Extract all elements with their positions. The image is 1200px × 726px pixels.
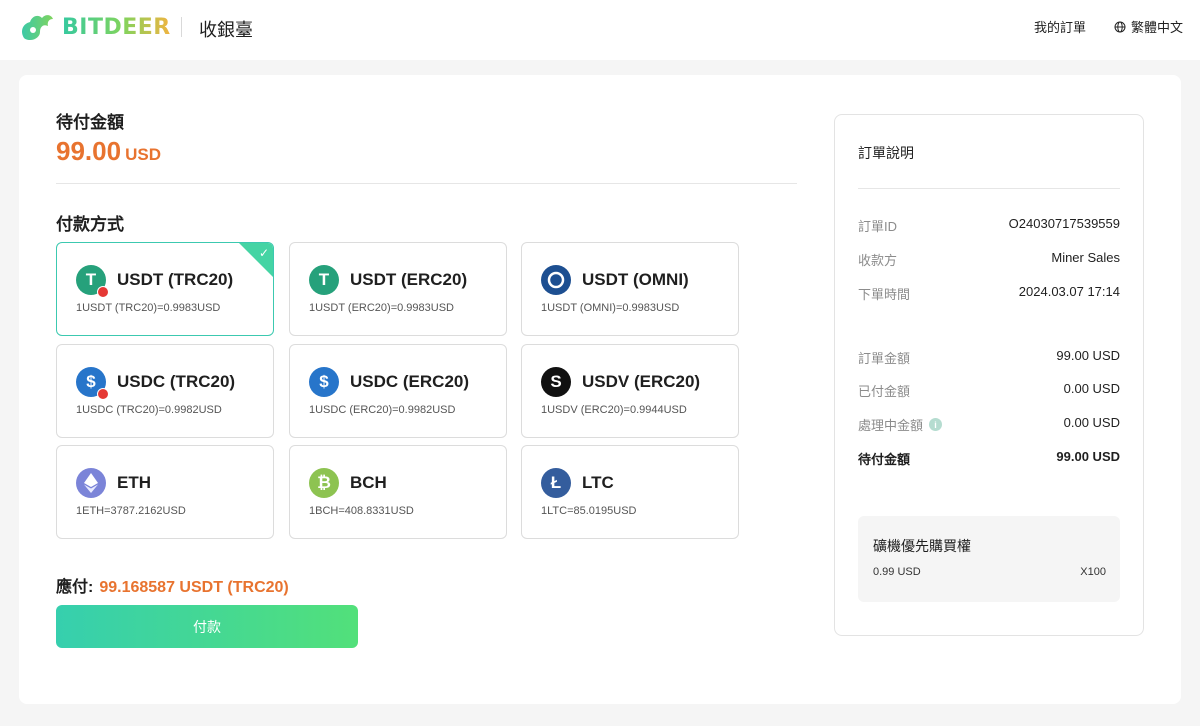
payment-option-rate: 1USDC (TRC20)=0.9982USD <box>76 404 222 416</box>
order-amount-row: 訂單金額 99.00 USD <box>858 348 1120 367</box>
processing-amount-label-wrap: 處理中金額 i <box>858 415 943 434</box>
payment-option-rate: 1USDC (ERC20)=0.9982USD <box>309 404 456 416</box>
bitcoin-cash-icon: ₿ <box>309 468 339 498</box>
language-switcher[interactable]: 繁體中文 <box>1114 17 1183 36</box>
payment-option-usdc-erc20[interactable]: $ USDC (ERC20) 1USDC (ERC20)=0.9982USD <box>289 344 507 438</box>
payee-value: Miner Sales <box>1051 250 1120 265</box>
top-header: BITDEER 收銀臺 我的訂單 繁體中文 <box>0 0 1200 60</box>
payment-option-rate: 1USDV (ERC20)=0.9944USD <box>541 404 687 416</box>
order-time-label: 下單時間 <box>858 287 911 302</box>
amount-due-label: 待付金額 <box>56 113 124 132</box>
usdv-icon: S <box>541 367 571 397</box>
payable-value: 99.168587 USDT (TRC20) <box>99 579 289 596</box>
amount-due-currency: USD <box>125 145 161 164</box>
tether-icon: T <box>309 265 339 295</box>
paid-amount-value: 0.00 USD <box>1063 381 1120 396</box>
payment-option-name: USDT (OMNI) <box>582 270 689 289</box>
payment-option-rate: 1ETH=3787.2162USD <box>76 505 186 517</box>
order-amount-label: 訂單金額 <box>858 351 911 366</box>
order-id-row: 訂單ID O24030717539559 <box>858 216 1120 235</box>
payment-option-rate: 1USDT (ERC20)=0.9983USD <box>309 302 454 314</box>
page-title: 收銀臺 <box>199 20 253 40</box>
pending-amount-row: 待付金額 99.00 USD <box>858 449 1120 468</box>
ethereum-icon <box>76 468 106 498</box>
pay-button[interactable]: 付款 <box>56 605 358 648</box>
tether-trc20-icon: T <box>76 265 109 298</box>
order-details-panel: 訂單說明 訂單ID O24030717539559 收款方 Miner Sale… <box>834 114 1144 636</box>
payment-option-rate: 1LTC=85.0195USD <box>541 505 637 517</box>
pending-amount-value: 99.00 USD <box>1056 449 1120 464</box>
payee-label: 收款方 <box>858 253 898 268</box>
priority-purchase-box: 礦機優先購買權 0.99 USD X100 <box>858 516 1120 602</box>
payment-option-name: LTC <box>582 473 614 492</box>
order-id-label: 訂單ID <box>858 219 898 234</box>
paid-amount-label: 已付金額 <box>858 384 911 399</box>
order-time-value: 2024.03.07 17:14 <box>1018 284 1120 299</box>
payment-option-name: USDC (TRC20) <box>117 372 236 391</box>
payment-option-usdv-erc20[interactable]: S USDV (ERC20) 1USDV (ERC20)=0.9944USD <box>521 344 739 438</box>
payment-option-name: ETH <box>117 473 151 492</box>
tron-badge-icon <box>97 286 109 298</box>
amount-due-value: 99.00 <box>56 136 122 166</box>
payment-option-name: USDT (TRC20) <box>117 270 234 289</box>
priority-purchase-title: 礦機優先購買權 <box>873 538 971 554</box>
my-orders-link[interactable]: 我的訂單 <box>1034 17 1086 36</box>
order-details-title: 訂單說明 <box>858 145 914 161</box>
payment-option-name: USDV (ERC20) <box>582 372 701 391</box>
payment-option-rate: 1USDT (TRC20)=0.9983USD <box>76 302 221 314</box>
payment-option-usdt-omni[interactable]: USDT (OMNI) 1USDT (OMNI)=0.9983USD <box>521 242 739 336</box>
info-icon[interactable]: i <box>929 418 943 431</box>
payment-option-ltc[interactable]: Ł LTC 1LTC=85.0195USD <box>521 445 739 539</box>
payable-amount: 應付: 99.168587 USDT (TRC20) <box>56 573 289 597</box>
brand-name: BITDEER <box>62 14 171 40</box>
panel-divider <box>858 188 1120 189</box>
usdc-trc20-icon: $ <box>76 367 109 400</box>
priority-purchase-price: 0.99 USD <box>873 566 921 578</box>
litecoin-icon: Ł <box>541 468 571 498</box>
payee-row: 收款方 Miner Sales <box>858 250 1120 269</box>
paid-amount-row: 已付金額 0.00 USD <box>858 381 1120 400</box>
payment-option-rate: 1BCH=408.8331USD <box>309 505 414 517</box>
order-id-value: O24030717539559 <box>1008 216 1120 231</box>
payment-option-name: USDT (ERC20) <box>350 270 468 289</box>
bitdeer-logo[interactable]: BITDEER <box>18 12 171 42</box>
omni-icon <box>541 265 571 295</box>
payment-option-usdc-trc20[interactable]: $ USDC (TRC20) 1USDC (TRC20)=0.9982USD <box>56 344 274 438</box>
divider <box>56 183 797 184</box>
globe-icon <box>1114 21 1126 32</box>
processing-amount-label: 處理中金額 <box>858 418 924 433</box>
order-time-row: 下單時間 2024.03.07 17:14 <box>858 284 1120 303</box>
deer-logo-icon <box>22 15 53 40</box>
usdc-icon: $ <box>309 367 339 397</box>
pending-amount-label: 待付金額 <box>858 452 911 467</box>
payment-method-label: 付款方式 <box>56 215 124 234</box>
order-amount-value: 99.00 USD <box>1056 348 1120 363</box>
payment-option-name: USDC (ERC20) <box>350 372 470 391</box>
payment-option-eth[interactable]: ETH 1ETH=3787.2162USD <box>56 445 274 539</box>
omni-ring-icon <box>547 271 565 289</box>
processing-amount-value: 0.00 USD <box>1063 415 1120 430</box>
amount-due: 99.00 USD <box>56 136 161 167</box>
payable-label: 應付: <box>56 579 94 596</box>
payment-option-usdt-erc20[interactable]: T USDT (ERC20) 1USDT (ERC20)=0.9983USD <box>289 242 507 336</box>
payment-option-usdt-trc20[interactable]: ✓ T USDT (TRC20) 1USDT (TRC20)=0.9983USD <box>56 242 274 336</box>
check-icon: ✓ <box>258 246 269 260</box>
ethereum-diamond-icon <box>84 473 98 493</box>
language-label: 繁體中文 <box>1131 20 1184 35</box>
payment-option-bch[interactable]: ₿ BCH 1BCH=408.8331USD <box>289 445 507 539</box>
header-separator <box>181 17 182 37</box>
priority-purchase-quantity: X100 <box>1080 566 1106 578</box>
payment-option-name: BCH <box>350 473 387 492</box>
checkout-card: 待付金額 99.00 USD 付款方式 ✓ T USDT (TRC20) 1USD… <box>19 75 1181 704</box>
payment-option-rate: 1USDT (OMNI)=0.9983USD <box>541 302 680 314</box>
tron-badge-icon <box>97 388 109 400</box>
processing-amount-row: 處理中金額 i 0.00 USD <box>858 415 1120 434</box>
